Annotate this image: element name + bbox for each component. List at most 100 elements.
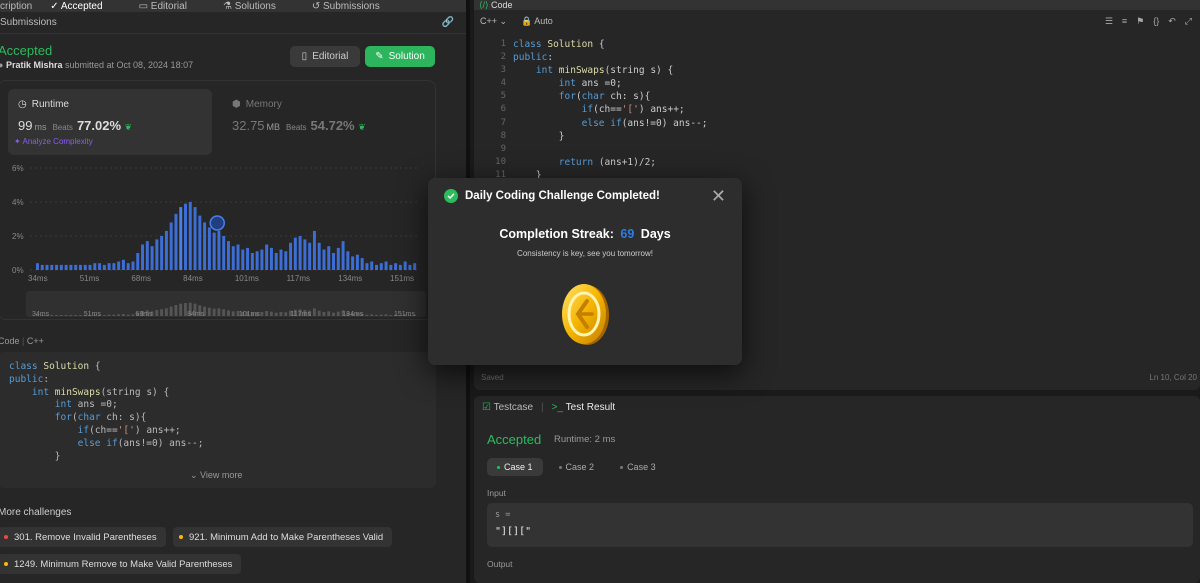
tab-submissions[interactable]: ↺ Submissions <box>312 1 398 12</box>
format-icon[interactable]: ≡ <box>1122 16 1127 27</box>
chart-bar <box>355 254 359 270</box>
overview-bar <box>160 309 164 316</box>
chart-bar <box>193 207 197 270</box>
book-icon: ▯ <box>301 51 308 62</box>
note-icon[interactable]: ☰ <box>1105 16 1113 27</box>
overview-bar <box>332 312 335 316</box>
tab-testcase[interactable]: ☑ Testcase <box>482 402 533 413</box>
overview-bar <box>336 311 340 316</box>
chart-bar <box>145 241 149 270</box>
overview-bar <box>370 314 374 316</box>
chart-bar <box>360 258 364 270</box>
challenge-chip[interactable]: 1249. Minimum Remove to Make Valid Paren… <box>0 554 242 574</box>
chart-bar <box>184 203 187 270</box>
streak-text: Completion Streak: 69 Days <box>428 227 742 241</box>
tab-description[interactable]: cription <box>0 1 32 12</box>
chart-bar <box>289 242 293 270</box>
overview-bar <box>55 315 58 316</box>
braces-icon[interactable]: {} <box>1153 16 1159 27</box>
language-label: C++ <box>480 16 498 26</box>
language-select[interactable]: C++ ⌄ <box>480 16 507 27</box>
chart-bar <box>45 264 49 270</box>
x-tick-label: 34ms <box>28 274 48 283</box>
code-tab[interactable]: ⟨/⟩ Code <box>474 0 1200 10</box>
chart-bar <box>365 263 369 270</box>
chart-bar <box>279 249 283 270</box>
case-tab-1[interactable]: Case 1 <box>487 458 543 476</box>
runtime-beats-label: Beats <box>52 123 73 132</box>
runtime-distribution-chart[interactable]: 6% 4% 2% 0% 34ms 51ms 68ms 84ms 101ms 117ms 134ms 1… <box>0 160 436 320</box>
challenge-chip[interactable]: 921. Minimum Add to Make Parentheses Val… <box>173 527 393 547</box>
view-more-button[interactable]: ⌄ View more <box>190 470 242 481</box>
analyze-complexity-link[interactable]: ✦ Analyze Complexity <box>14 137 93 146</box>
overview-bar <box>50 315 54 316</box>
code-editor[interactable]: class Solution { public: int minSwaps(st… <box>513 38 707 182</box>
case-tab-2[interactable]: Case 2 <box>549 458 605 476</box>
more-challenges-title: More challenges <box>0 507 72 518</box>
tab-editorial[interactable]: ▭ Editorial <box>139 1 205 12</box>
bookmark-icon[interactable]: ⚑ <box>1136 16 1144 27</box>
x-tick-label: 151ms <box>390 274 414 283</box>
tab-test-result[interactable]: >_ Test Result <box>552 402 615 413</box>
tab-solutions[interactable]: ⚗ Solutions <box>223 1 294 12</box>
y-tick-label: 6% <box>12 164 24 173</box>
chart-bar <box>169 222 173 270</box>
chart-bar <box>250 253 254 270</box>
tab-separator: | <box>541 402 544 413</box>
overview-tick-label: 101ms <box>239 311 261 318</box>
fullscreen-icon[interactable]: ⤢ <box>1185 16 1192 27</box>
chart-bar <box>179 207 183 270</box>
solution-button[interactable]: ✎ Solution <box>365 46 435 67</box>
line-number: 5 <box>500 91 506 102</box>
link-icon[interactable]: 🔗 <box>442 17 454 28</box>
auto-mode-toggle[interactable]: 🔒 Auto <box>521 16 553 27</box>
chart-bar <box>141 244 145 270</box>
edit-icon: ✎ <box>375 51 384 62</box>
case-label: Case 1 <box>504 462 533 472</box>
modal-title: Daily Coding Challenge Completed! <box>465 190 660 202</box>
memory-label-text: Memory <box>245 99 282 110</box>
chart-bar <box>74 264 78 270</box>
runtime-unit: ms <box>34 122 47 132</box>
testcase-label: Testcase <box>493 402 534 413</box>
pass-dot <box>497 465 500 469</box>
chart-bar <box>112 263 116 270</box>
line-number: 2 <box>500 52 506 63</box>
overview-bar <box>274 312 278 316</box>
result-runtime: Runtime: 2 ms <box>554 434 616 445</box>
chart-bar <box>394 263 398 270</box>
reset-icon[interactable]: ↶ <box>1168 16 1176 27</box>
view-more-label: View more <box>200 470 243 480</box>
close-icon[interactable]: ✕ <box>711 186 726 207</box>
chart-bar <box>160 236 164 270</box>
author-name[interactable]: Pratik Mishra <box>6 60 63 70</box>
case-label: Case 2 <box>565 462 595 472</box>
memory-card[interactable]: ⬢ Memory 32.75 MB Beats 54.72% ❦ <box>222 89 426 155</box>
chart-bar <box>150 246 154 270</box>
input-variable: s = <box>495 510 511 520</box>
overview-bar <box>212 308 216 316</box>
line-number: 6 <box>500 104 506 115</box>
streak-unit: Days <box>640 227 671 241</box>
modal-message: Consistency is key, see you tomorrow! <box>517 249 653 258</box>
line-number: 3 <box>500 65 506 76</box>
chart-bar <box>398 264 402 270</box>
clock-icon: ◷ <box>18 99 27 110</box>
case-tab-3[interactable]: Case 3 <box>610 458 666 476</box>
chart-bar <box>69 264 73 270</box>
tab-accepted[interactable]: ✓ Accepted <box>50 1 120 12</box>
submitted-time: submitted at Oct 08, 2024 18:07 <box>65 60 194 70</box>
line-number: 1 <box>500 39 506 49</box>
runtime-beats: 77.02% <box>76 118 122 133</box>
memory-beats-label: Beats <box>286 123 307 132</box>
chart-bar <box>40 264 44 270</box>
challenge-chip[interactable]: 301. Remove Invalid Parentheses <box>0 527 166 547</box>
chart-bar <box>351 256 355 270</box>
code-tab-label: Code <box>491 0 513 10</box>
chart-bar <box>59 264 63 270</box>
leaf-icon: ❦ <box>358 122 366 132</box>
chart-bar <box>317 242 321 270</box>
chart-bar <box>269 247 273 270</box>
runtime-label-text: Runtime <box>31 99 69 110</box>
editorial-button[interactable]: ▯ Editorial <box>290 46 360 67</box>
